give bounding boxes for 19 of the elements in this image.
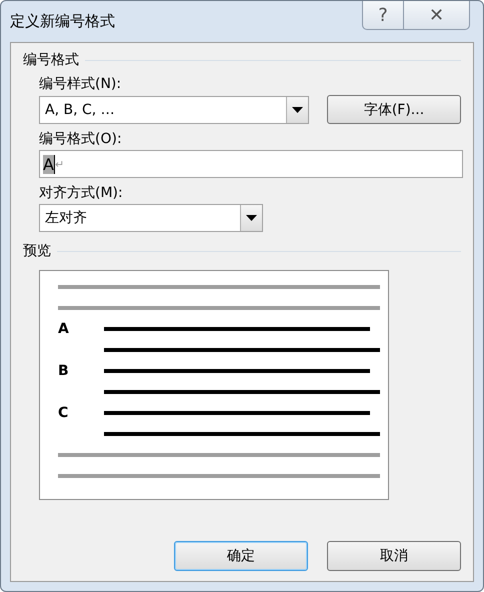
dropdown-arrow-icon bbox=[292, 106, 303, 112]
cancel-button[interactable]: 取消 bbox=[327, 541, 461, 571]
number-format-field[interactable]: A↵ bbox=[39, 150, 463, 178]
dropdown-arrow-icon bbox=[246, 215, 257, 221]
alignment-dropdown[interactable]: 左对齐 bbox=[39, 204, 263, 232]
close-button[interactable]: ✕ bbox=[404, 1, 470, 30]
ok-button[interactable]: 确定 bbox=[174, 541, 308, 571]
section-title: 编号格式 bbox=[23, 51, 79, 69]
field-label: 编号样式(N): bbox=[39, 75, 122, 93]
list-label: A bbox=[58, 321, 67, 339]
field-label: 对齐方式(M): bbox=[39, 184, 124, 202]
help-button[interactable]: ? bbox=[362, 1, 404, 30]
section-title: 预览 bbox=[23, 242, 51, 260]
list-label: C bbox=[58, 405, 67, 423]
field-label: 编号格式(O): bbox=[39, 130, 123, 148]
number-style-dropdown[interactable]: A, B, C, … bbox=[39, 96, 309, 124]
window-title: 定义新编号格式 bbox=[10, 12, 115, 31]
font-button[interactable]: 字体(F)... bbox=[327, 95, 461, 124]
list-label: B bbox=[58, 363, 67, 381]
